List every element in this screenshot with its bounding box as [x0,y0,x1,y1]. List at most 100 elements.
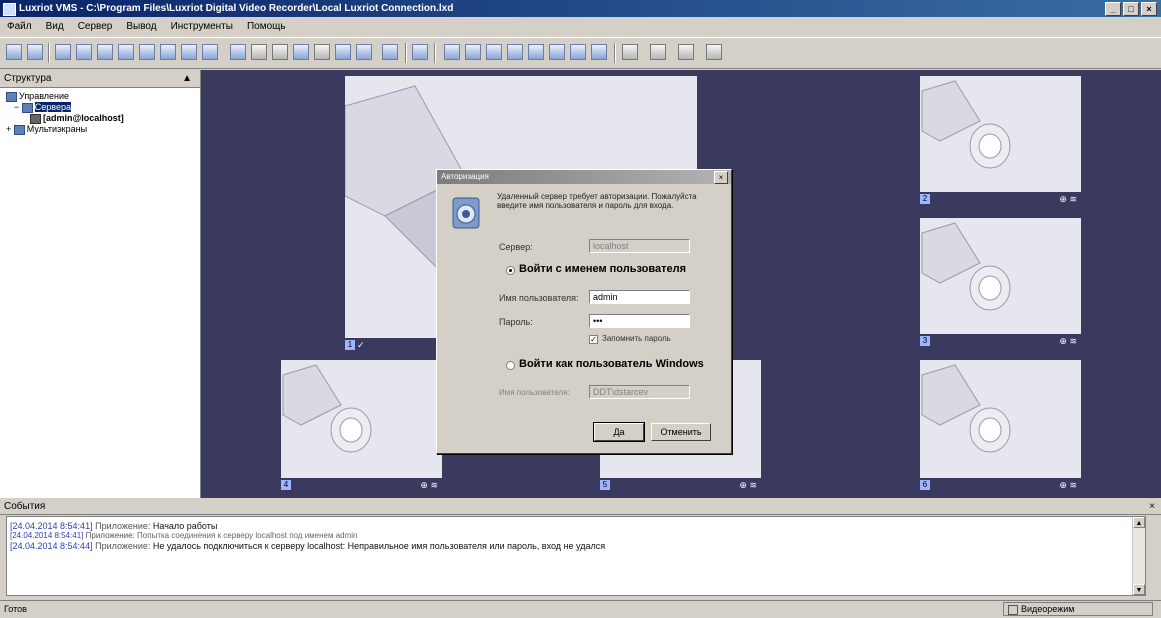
login-as-windows-radio[interactable] [506,361,515,370]
grid-3plus4-icon[interactable] [591,44,607,60]
camera-number: 5 [600,480,610,490]
archive-icon[interactable] [678,44,694,60]
window-title: Luxriot VMS - C:\Program Files\Luxriot D… [19,3,454,14]
grid-3x3-icon[interactable] [486,44,502,60]
camera-tile[interactable] [920,218,1081,334]
settings-icon[interactable] [272,44,288,60]
close-button[interactable]: × [1141,2,1157,16]
windows-username-label: Имя пользователя: [499,388,570,397]
login-with-username-radio[interactable] [506,266,515,275]
menu-bar: Файл Вид Сервер Вывод Инструменты Помощь [0,18,1161,36]
open-icon[interactable] [6,44,22,60]
events-panel-header: События × [0,499,1161,515]
password-field[interactable]: ••• [589,314,690,328]
remember-password-label[interactable]: Запомнить пароль [602,334,671,343]
help-icon[interactable] [293,44,309,60]
playback-icon[interactable] [650,44,666,60]
menu-server[interactable]: Сервер [71,18,120,36]
map-icon[interactable] [412,44,428,60]
status-mode-indicator[interactable]: Видеорежим [1003,602,1153,616]
camera-status-icons: ⊕ ≋ [420,480,438,490]
log-time: [24.04.2014 8:54:41] [10,531,84,540]
grid-2x2-icon[interactable] [465,44,481,60]
camera-tile[interactable] [920,76,1081,192]
sequence-icon[interactable] [382,44,398,60]
login-as-windows-label[interactable]: Войти как пользователь Windows [519,358,704,370]
menu-view[interactable]: Вид [39,18,71,36]
tree-item-label: Сервера [34,102,71,112]
events-close-button[interactable]: × [1149,499,1155,514]
window-icon[interactable] [706,44,722,60]
user-icon[interactable] [314,44,330,60]
video-mode-icon [1008,604,1018,615]
zoom-icon[interactable] [251,44,267,60]
tree-item-multiscreens[interactable]: + Мультиэкраны [6,124,87,135]
server-icon [21,102,33,113]
menu-file[interactable]: Файл [0,18,39,36]
snapshot-icon[interactable] [160,44,176,60]
expand-icon[interactable]: − [14,102,19,112]
events-scrollbar[interactable]: ▲ ▼ [1132,517,1145,595]
camera-status-bar: 4 ⊕ ≋ [281,478,442,492]
ptz-icon[interactable] [230,44,246,60]
fullscreen-icon[interactable] [202,44,218,60]
grid-4x4-icon[interactable] [507,44,523,60]
save-icon[interactable] [27,44,43,60]
server-field[interactable]: localhost [589,239,690,253]
camera-tile[interactable] [920,360,1081,478]
record-icon[interactable] [139,44,155,60]
camera-status-icons: ⊕ ≋ [1059,480,1077,490]
camera-placeholder-icon [921,364,1011,453]
ok-button[interactable]: Да [593,422,645,442]
expand-icon[interactable]: + [6,124,11,134]
remember-password-checkbox[interactable]: ✓ [589,335,598,344]
authorization-dialog: Авторизация × Удаленный сервер требует а… [436,169,732,454]
toolbar-separator [434,43,436,63]
layout-3-icon[interactable] [97,44,113,60]
log-entry: [24.04.2014 8:54:44] Приложение: Не удал… [10,541,605,551]
camera-status-icons: ⊕ ≋ [1059,336,1077,346]
multiscreen-icon [13,124,25,135]
screen-icon[interactable] [356,44,372,60]
menu-help[interactable]: Помощь [240,18,293,36]
login-with-username-label[interactable]: Войти с именем пользователя [519,263,686,275]
camera-number: 4 [281,480,291,490]
panel-pin-icon[interactable]: ▲ [182,70,192,87]
layout-2-icon[interactable] [76,44,92,60]
grid-1plus7-icon[interactable] [549,44,565,60]
minimize-button[interactable]: _ [1105,2,1121,16]
menu-tools[interactable]: Инструменты [164,18,240,36]
tree-item-servers[interactable]: − Сервера [14,102,71,113]
export-icon[interactable] [622,44,638,60]
monitor-icon[interactable] [335,44,351,60]
grid-1x1-icon[interactable] [444,44,460,60]
events-panel: События × [24.04.2014 8:54:41] Приложени… [0,499,1161,600]
scroll-down-arrow-icon[interactable]: ▼ [1133,584,1145,595]
alarm-icon[interactable] [181,44,197,60]
username-label: Имя пользователя: [499,293,579,303]
toolbar [0,37,1161,69]
menu-output[interactable]: Вывод [119,18,163,36]
log-text: Попытка соединения к серверу localhost п… [137,531,358,540]
dialog-description: Удаленный сервер требует авторизации. По… [497,192,697,210]
camera-placeholder-icon [921,80,1011,169]
camera-icon[interactable] [118,44,134,60]
grid-1plus5-icon[interactable] [528,44,544,60]
camera-tile[interactable] [281,360,442,478]
log-entry: [24.04.2014 8:54:41] Приложение: Начало … [10,521,217,531]
username-field[interactable]: admin [589,290,690,304]
toolbar-separator [614,43,616,63]
maximize-button[interactable]: □ [1123,2,1139,16]
events-log[interactable]: [24.04.2014 8:54:41] Приложение: Начало … [6,516,1146,596]
tree-item-management[interactable]: Управление [6,91,69,102]
tree-item-server-admin[interactable]: [admin@localhost] [30,113,124,124]
cancel-button[interactable]: Отменить [651,423,711,441]
camera-status-bar: 5 ⊕ ≋ [600,478,761,492]
dialog-close-button[interactable]: × [714,171,728,184]
tree-item-label: [admin@localhost] [43,113,124,123]
grid-2plus8-icon[interactable] [570,44,586,60]
scroll-up-arrow-icon[interactable]: ▲ [1133,517,1145,528]
log-time: [24.04.2014 8:54:41] [10,521,93,531]
layout-1-icon[interactable] [55,44,71,60]
structure-panel-title: Структура [4,73,52,84]
